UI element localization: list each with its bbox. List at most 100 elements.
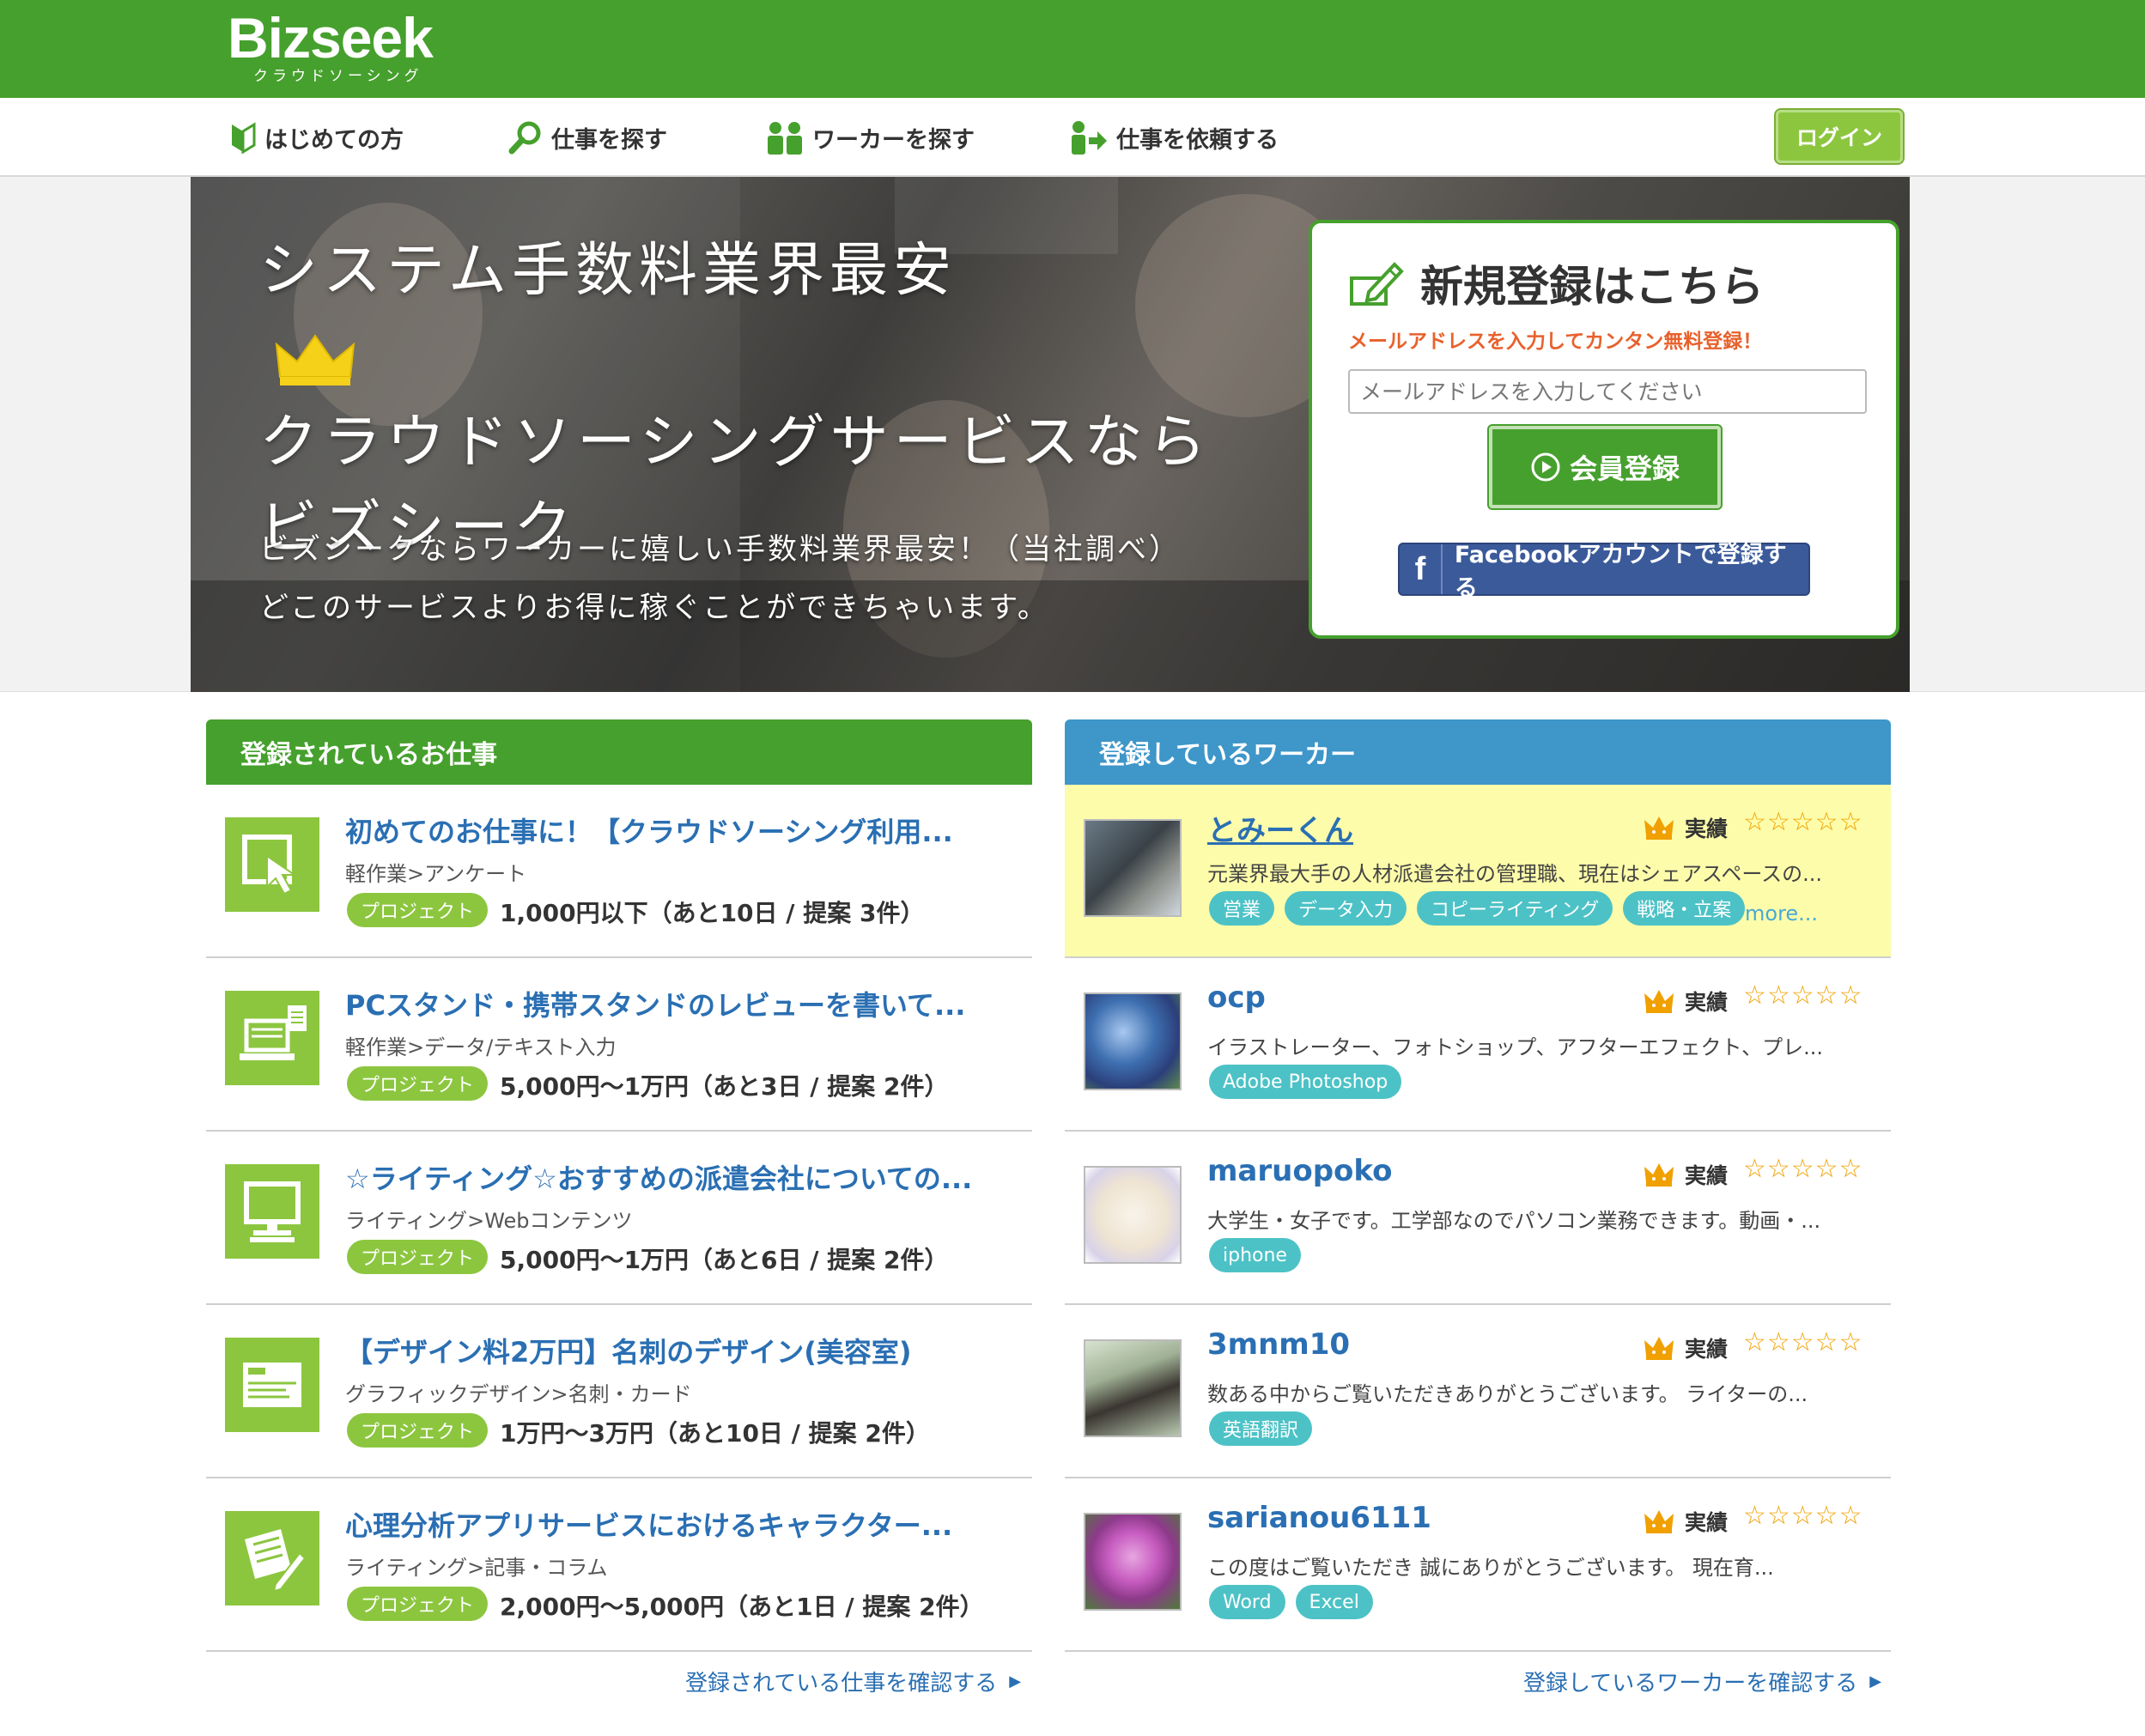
worker-name[interactable]: 3mnm10 bbox=[1207, 1327, 1350, 1362]
logo[interactable]: Bizseek クラウドソーシング bbox=[228, 6, 451, 85]
hero-sub-2: どこのサービスよりお得に稼ぐことができちゃいます。 bbox=[259, 591, 1049, 625]
nav-label: 仕事を探す bbox=[551, 126, 667, 154]
worker-description: 数ある中からご覧いただきありがとうございます。 ライターの... bbox=[1207, 1382, 1808, 1406]
hero-sub-1: ビズシークならワーカーに嬉しい手数料業界最安！（当社調べ） bbox=[259, 532, 1181, 567]
worker-list-item[interactable]: 3mnm10 実績 ☆☆☆☆☆ 数ある中からご覧いただきありがとうございます。 … bbox=[1065, 1305, 1891, 1478]
achievement-crown-icon bbox=[1644, 1163, 1674, 1187]
view-all-workers-link[interactable]: 登録しているワーカーを確認する ▶ bbox=[1523, 1666, 1881, 1697]
skill-tag[interactable]: Word bbox=[1209, 1585, 1285, 1619]
achievement-crown-icon bbox=[1644, 1337, 1674, 1360]
worker-list-item[interactable]: ocp 実績 ☆☆☆☆☆ イラストレーター、フォトショップ、アフターエフェクト、… bbox=[1065, 958, 1891, 1132]
worker-name[interactable]: sarianou6111 bbox=[1207, 1501, 1431, 1535]
worker-name[interactable]: ocp bbox=[1207, 980, 1266, 1015]
job-list-item[interactable]: ☆ライティング☆おすすめの派遣会社についての... ライティング>Webコンテン… bbox=[206, 1132, 1032, 1305]
nav-label: 仕事を依頼する bbox=[1116, 126, 1279, 154]
skill-tags: Adobe Photoshop bbox=[1209, 1065, 1412, 1099]
logo-subtitle: クラウドソーシング bbox=[253, 68, 423, 85]
nav-item-request-job[interactable]: 仕事を依頼する bbox=[1070, 117, 1279, 158]
job-title[interactable]: 心理分析アプリサービスにおけるキャラクター... bbox=[345, 1504, 952, 1544]
avatar[interactable] bbox=[1084, 819, 1182, 917]
skill-tag[interactable]: Adobe Photoshop bbox=[1209, 1065, 1402, 1099]
job-list-item[interactable]: 心理分析アプリサービスにおけるキャラクター... ライティング>記事・コラム プ… bbox=[206, 1478, 1032, 1652]
skill-tag[interactable]: 戦略・立案 bbox=[1623, 891, 1746, 926]
rating-stars: ☆☆☆☆☆ bbox=[1743, 980, 1863, 1011]
view-all-jobs-label: 登録されている仕事を確認する bbox=[685, 1671, 998, 1697]
worker-description: 大学生・女子です。工学部なのでパソコン業務できます。動画・... bbox=[1207, 1209, 1821, 1233]
register-button[interactable]: 会員登録 bbox=[1487, 424, 1723, 510]
worker-list-item[interactable]: maruopoko 実績 ☆☆☆☆☆ 大学生・女子です。工学部なのでパソコン業務… bbox=[1065, 1132, 1891, 1305]
job-price: 1万円〜3万円（あと10日 / 提案 2件） bbox=[500, 1419, 930, 1448]
job-type-badge: プロジェクト bbox=[347, 1240, 489, 1274]
play-circle-icon bbox=[1531, 452, 1560, 482]
caret-right-icon: ▶ bbox=[1869, 1672, 1882, 1690]
achievement-text: 実績 bbox=[1685, 1337, 1729, 1362]
crown-icon bbox=[275, 334, 355, 386]
skill-tag[interactable]: Excel bbox=[1295, 1585, 1373, 1619]
achievement-label: 実績 bbox=[1644, 1332, 1728, 1363]
achievement-label: 実績 bbox=[1644, 1506, 1728, 1537]
skill-tag[interactable]: コピーライティング bbox=[1417, 891, 1613, 926]
worker-name[interactable]: とみーくん bbox=[1207, 807, 1353, 849]
job-price: 5,000円〜1万円（あと3日 / 提案 2件） bbox=[500, 1072, 949, 1101]
login-button[interactable]: ログイン bbox=[1774, 108, 1905, 165]
avatar[interactable] bbox=[1084, 1166, 1182, 1264]
job-price: 2,000円〜5,000円（あと1日 / 提案 2件） bbox=[500, 1593, 984, 1621]
avatar[interactable] bbox=[1084, 1513, 1182, 1611]
worker-list-item[interactable]: sarianou6111 実績 ☆☆☆☆☆ この度はご覧いただき 誠にありがとう… bbox=[1065, 1478, 1891, 1652]
achievement-crown-icon bbox=[1644, 816, 1674, 840]
request-icon bbox=[1072, 121, 1107, 155]
main-nav: はじめての方 仕事を探す ワーカーを探す 仕事を依頼する ログイン bbox=[0, 98, 2145, 177]
nav-label: はじめての方 bbox=[264, 126, 404, 154]
facebook-register-button[interactable]: f Facebookアカウントで登録する bbox=[1398, 542, 1810, 602]
skill-tags: 営業 データ入力 コピーライティング 戦略・立案 bbox=[1209, 891, 1755, 926]
logo-text: Bizseek bbox=[228, 6, 434, 70]
job-category: 軽作業>データ/テキスト入力 bbox=[345, 1035, 617, 1059]
skill-tags: 英語翻訳 bbox=[1209, 1411, 1322, 1446]
rating-stars: ☆☆☆☆☆ bbox=[1743, 1327, 1863, 1357]
job-type-badge: プロジェクト bbox=[347, 893, 489, 927]
job-category: グラフィックデザイン>名刺・カード bbox=[345, 1382, 692, 1406]
job-title[interactable]: PCスタンド・携帯スタンドのレビューを書いて... bbox=[345, 984, 965, 1023]
email-input[interactable] bbox=[1348, 369, 1867, 414]
job-list-item[interactable]: PCスタンド・携帯スタンドのレビューを書いて... 軽作業>データ/テキスト入力… bbox=[206, 958, 1032, 1132]
achievement-label: 実績 bbox=[1644, 986, 1728, 1017]
skill-tag[interactable]: 営業 bbox=[1209, 891, 1275, 926]
job-list-item[interactable]: 【デザイン料2万円】名刺のデザイン(美容室) グラフィックデザイン>名刺・カード… bbox=[206, 1305, 1032, 1478]
card-icon bbox=[225, 1338, 319, 1432]
achievement-label: 実績 bbox=[1644, 1159, 1728, 1190]
worker-list-item[interactable]: とみーくん 実績 ☆☆☆☆☆ 元業界最大手の人材派遣会社の管理職、現在はシェアス… bbox=[1065, 785, 1891, 958]
signup-panel: 新規登録はこちら メールアドレスを入力してカンタン無料登録！ 会員登録 f Fa… bbox=[1309, 220, 1899, 639]
skill-tags: Word Excel bbox=[1209, 1585, 1383, 1619]
skill-tags: iphone bbox=[1209, 1238, 1311, 1272]
worker-name[interactable]: maruopoko bbox=[1207, 1154, 1392, 1188]
worker-description: 元業界最大手の人材派遣会社の管理職、現在はシェアスペースの... bbox=[1207, 862, 1823, 886]
view-all-jobs-link[interactable]: 登録されている仕事を確認する ▶ bbox=[685, 1666, 1021, 1697]
skill-tag[interactable]: iphone bbox=[1209, 1238, 1301, 1272]
cursor-icon bbox=[225, 817, 319, 912]
people-icon bbox=[768, 122, 802, 155]
achievement-crown-icon bbox=[1644, 1510, 1674, 1533]
skill-tag[interactable]: 英語翻訳 bbox=[1209, 1411, 1313, 1446]
job-type-badge: プロジェクト bbox=[347, 1587, 489, 1621]
nav-item-beginner[interactable]: はじめての方 bbox=[230, 117, 404, 158]
job-category: ライティング>Webコンテンツ bbox=[345, 1209, 633, 1233]
job-title[interactable]: 初めてのお仕事に！【クラウドソーシング利用... bbox=[345, 810, 953, 850]
nav-item-find-job[interactable]: 仕事を探す bbox=[508, 117, 667, 158]
job-price: 1,000円以下（あと10日 / 提案 3件） bbox=[500, 899, 925, 927]
search-icon bbox=[508, 121, 541, 155]
job-type-badge: プロジェクト bbox=[347, 1413, 489, 1448]
skill-tag[interactable]: データ入力 bbox=[1285, 891, 1407, 926]
more-skills-link[interactable]: more... bbox=[1745, 901, 1818, 926]
nav-label: ワーカーを探す bbox=[812, 126, 975, 154]
nav-item-find-worker[interactable]: ワーカーを探す bbox=[766, 117, 975, 158]
avatar[interactable] bbox=[1084, 992, 1182, 1090]
job-title[interactable]: ☆ライティング☆おすすめの派遣会社についての... bbox=[345, 1157, 972, 1197]
avatar[interactable] bbox=[1084, 1339, 1182, 1437]
achievement-text: 実績 bbox=[1685, 990, 1729, 1015]
laptop-icon bbox=[225, 991, 319, 1085]
job-title[interactable]: 【デザイン料2万円】名刺のデザイン(美容室) bbox=[345, 1331, 912, 1370]
job-list-item[interactable]: 初めてのお仕事に！【クラウドソーシング利用... 軽作業>アンケート プロジェク… bbox=[206, 785, 1032, 958]
achievement-text: 実績 bbox=[1685, 816, 1729, 841]
signup-subtitle: メールアドレスを入力してカンタン無料登録！ bbox=[1348, 331, 1763, 353]
job-category: ライティング>記事・コラム bbox=[345, 1556, 608, 1580]
